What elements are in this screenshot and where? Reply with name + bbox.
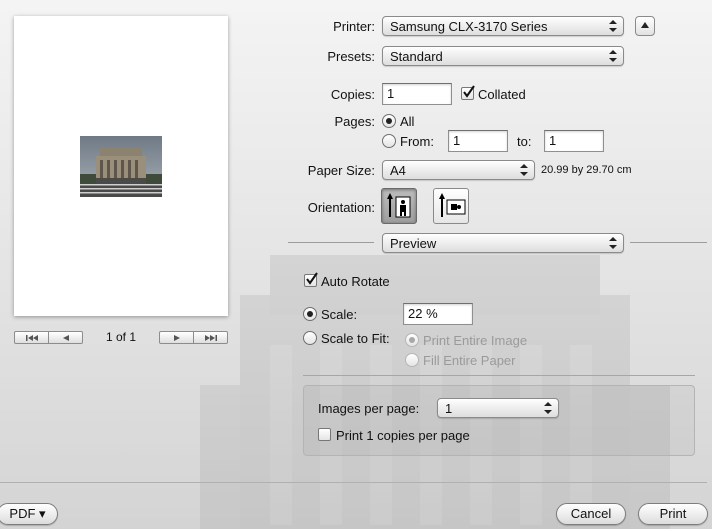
- pages-to-field[interactable]: 1: [544, 130, 604, 152]
- popup-arrows-icon: [520, 164, 528, 176]
- paper-size-popup[interactable]: A4: [382, 160, 535, 180]
- pages-from-label: From:: [400, 134, 434, 149]
- popup-arrows-icon: [609, 237, 617, 249]
- section-divider-right: [630, 242, 707, 243]
- auto-rotate-label: Auto Rotate: [321, 274, 390, 289]
- scale-label: Scale:: [321, 307, 358, 322]
- print-entire-image-label: Print Entire Image: [423, 333, 528, 348]
- fill-entire-paper-radio[interactable]: [405, 353, 419, 367]
- orientation-portrait-button[interactable]: [381, 188, 417, 224]
- footer-divider: [0, 482, 707, 483]
- collated-label: Collated: [478, 87, 526, 102]
- background-building-watermark: [200, 255, 670, 529]
- pages-from-radio[interactable]: [382, 134, 396, 148]
- scale-to-fit-radio[interactable]: [303, 331, 317, 345]
- section-value: Preview: [390, 236, 437, 251]
- auto-rotate-checkbox[interactable]: [304, 272, 318, 287]
- checkmark-icon: [306, 272, 318, 285]
- landscape-orientation-icon: [439, 193, 466, 217]
- page-nav-forward-group: [159, 331, 228, 344]
- collapse-details-button[interactable]: [635, 16, 655, 36]
- page-indicator: 1 of 1: [105, 330, 137, 344]
- previous-page-icon: [62, 334, 69, 341]
- orientation-landscape-button[interactable]: [433, 188, 469, 224]
- presets-popup[interactable]: Standard: [382, 46, 624, 66]
- pages-label: Pages:: [334, 114, 375, 129]
- popup-arrows-icon: [544, 402, 552, 414]
- section-divider-left: [288, 242, 374, 243]
- next-page-icon: [173, 334, 180, 341]
- copies-field[interactable]: 1: [382, 83, 452, 105]
- layout-options-group: [303, 385, 695, 456]
- pdf-menu-button[interactable]: PDF ▾: [0, 503, 58, 525]
- copies-label: Copies:: [330, 87, 375, 102]
- first-page-icon: [25, 334, 38, 341]
- section-popup[interactable]: Preview: [382, 233, 624, 253]
- scale-field[interactable]: 22 %: [403, 303, 473, 325]
- paper-size-label: Paper Size:: [307, 163, 375, 178]
- print-copies-per-page-checkbox[interactable]: [318, 428, 331, 441]
- presets-label: Presets:: [327, 49, 375, 64]
- portrait-orientation-icon: [387, 193, 411, 218]
- print-entire-image-radio[interactable]: [405, 333, 419, 347]
- page-nav-back-group: [14, 331, 83, 344]
- cancel-button[interactable]: Cancel: [556, 503, 626, 525]
- previous-page-button[interactable]: [48, 332, 82, 343]
- presets-value: Standard: [390, 49, 443, 64]
- last-page-button[interactable]: [193, 332, 227, 343]
- images-per-page-value: 1: [445, 401, 453, 416]
- fill-entire-paper-label: Fill Entire Paper: [423, 353, 516, 368]
- first-page-button[interactable]: [15, 332, 48, 343]
- scale-to-fit-label: Scale to Fit:: [321, 331, 390, 346]
- checkmark-icon: [463, 85, 475, 98]
- printer-value: Samsung CLX-3170 Series: [390, 19, 548, 34]
- preview-thumbnail-image: [80, 136, 162, 197]
- images-per-page-popup[interactable]: 1: [437, 398, 559, 418]
- print-copies-per-page-label: Print 1 copies per page: [336, 428, 470, 443]
- pages-all-radio[interactable]: [382, 114, 396, 128]
- paper-dimensions: 20.99 by 29.70 cm: [541, 164, 632, 176]
- next-page-button[interactable]: [160, 332, 193, 343]
- print-button[interactable]: Print: [638, 503, 708, 525]
- options-divider: [303, 375, 695, 376]
- pages-from-field[interactable]: 1: [448, 130, 508, 152]
- last-page-icon: [204, 334, 217, 341]
- images-per-page-label: Images per page:: [318, 401, 420, 416]
- printer-label: Printer:: [333, 19, 375, 34]
- orientation-label: Orientation:: [307, 200, 375, 215]
- collated-checkbox[interactable]: [461, 85, 475, 100]
- popup-arrows-icon: [609, 50, 617, 62]
- disclosure-up-icon: [641, 22, 649, 28]
- printer-popup[interactable]: Samsung CLX-3170 Series: [382, 16, 624, 36]
- pages-to-label: to:: [517, 134, 532, 149]
- pages-all-label: All: [400, 114, 415, 129]
- popup-arrows-icon: [609, 20, 617, 32]
- scale-radio[interactable]: [303, 307, 317, 321]
- page-preview: [14, 16, 228, 316]
- paper-size-value: A4: [390, 163, 406, 178]
